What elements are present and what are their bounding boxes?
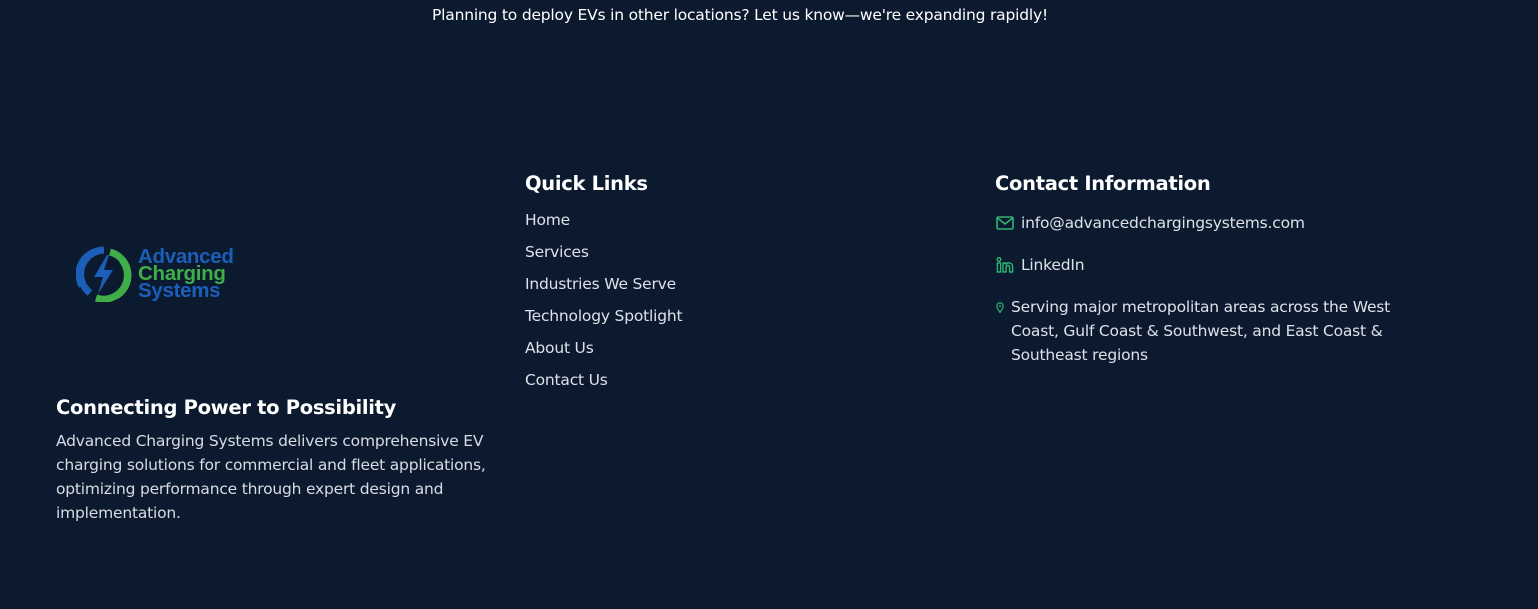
contact-email-row[interactable]: info@advancedchargingsystems.com: [995, 211, 1415, 235]
quick-links-column: Quick Links Home Services Industries We …: [525, 172, 855, 403]
contact-linkedin-row[interactable]: LinkedIn: [995, 253, 1415, 277]
logo-line-systems: Systems: [138, 279, 221, 302]
logo-wordmark: Advanced Charging Systems: [138, 246, 234, 302]
company-description: Advanced Charging Systems delivers compr…: [56, 432, 486, 522]
quick-links-heading: Quick Links: [525, 172, 648, 195]
contact-column: Contact Information info@advancedchargin…: [995, 172, 1415, 385]
contact-location-row: Serving major metropolitan areas across …: [995, 295, 1415, 367]
map-pin-icon: [995, 297, 1005, 317]
link-technology-spotlight[interactable]: Technology Spotlight: [525, 307, 855, 339]
expansion-banner: Planning to deploy EVs in other location…: [432, 6, 1048, 24]
linkedin-icon: [995, 255, 1015, 275]
link-about-us[interactable]: About Us: [525, 339, 855, 371]
link-contact-us[interactable]: Contact Us: [525, 371, 855, 403]
contact-location: Serving major metropolitan areas across …: [1011, 298, 1391, 364]
link-services[interactable]: Services: [525, 243, 855, 275]
tagline-heading: Connecting Power to Possibility: [56, 396, 397, 419]
lightning-bolt-logo-icon: [76, 246, 132, 302]
contact-heading: Contact Information: [995, 172, 1211, 195]
envelope-icon: [995, 213, 1015, 233]
contact-linkedin[interactable]: LinkedIn: [1021, 253, 1085, 277]
contact-email[interactable]: info@advancedchargingsystems.com: [1021, 211, 1305, 235]
company-logo[interactable]: Advanced Charging Systems: [76, 244, 256, 310]
about-column: Connecting Power to Possibility Advanced…: [56, 396, 486, 525]
quick-links-list: Home Services Industries We Serve Techno…: [525, 211, 855, 403]
link-industries-we-serve[interactable]: Industries We Serve: [525, 275, 855, 307]
link-home[interactable]: Home: [525, 211, 855, 243]
